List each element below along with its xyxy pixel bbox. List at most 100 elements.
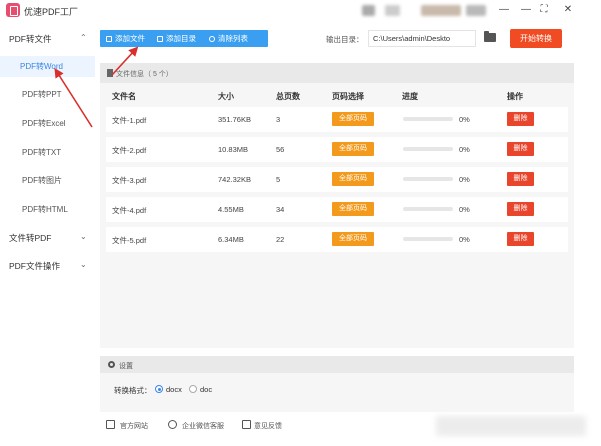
file-size: 4.55MB <box>218 205 244 214</box>
file-size: 742.32KB <box>218 175 251 184</box>
start-convert-button[interactable]: 开始转换 <box>510 29 562 48</box>
progress-bar <box>403 207 453 211</box>
format-label: 转换格式： <box>114 386 152 395</box>
progress-text: 0% <box>459 175 470 184</box>
file-name: 文件-2.pdf <box>112 146 147 155</box>
wechat-icon <box>168 420 177 429</box>
page-select-button[interactable]: 全部页码 <box>332 172 374 186</box>
nav-group-label: 文件转PDF <box>9 233 52 243</box>
file-count-label: 文件信息（ 5 个） <box>116 71 173 78</box>
sidebar-item-pdf-to-image[interactable]: PDF转图片 <box>22 175 62 186</box>
clear-list-button[interactable]: 清除列表 <box>209 30 248 47</box>
file-size: 6.34MB <box>218 235 244 244</box>
file-list-header: 文件信息（ 5 个） <box>100 63 574 83</box>
website-icon <box>106 420 115 429</box>
delete-button[interactable]: 删除 <box>507 142 534 156</box>
output-dir-input[interactable]: C:\Users\admin\Deskto <box>368 30 476 47</box>
folder-icon <box>157 36 163 42</box>
table-row[interactable]: 文件-2.pdf 10.83MB 56 全部页码 0% 删除 <box>106 137 568 162</box>
watermark <box>436 416 586 436</box>
settings-header: 设置 <box>100 356 574 373</box>
sidebar: PDF转文件 ⌃ PDF转Word PDF转PPT PDF转Excel PDF转… <box>0 22 95 446</box>
page-select-button[interactable]: 全部页码 <box>332 112 374 126</box>
title-bar: 优速PDF工厂 — — ⛶ ✕ <box>0 0 601 22</box>
column-header-action: 操作 <box>507 92 523 101</box>
nav-group-pdf-to-file[interactable]: PDF转文件 ⌃ <box>9 33 87 45</box>
output-dir-label: 输出目录： <box>326 35 364 44</box>
document-icon <box>107 69 113 77</box>
clear-icon <box>209 36 215 42</box>
sidebar-item-pdf-to-word[interactable]: PDF转Word <box>0 56 95 77</box>
add-directory-label: 添加目录 <box>166 34 196 43</box>
table-row[interactable]: 文件-4.pdf 4.55MB 34 全部页码 0% 删除 <box>106 197 568 222</box>
radio-doc-label[interactable]: doc <box>200 385 212 394</box>
blurred-account-area <box>362 5 375 16</box>
gear-icon <box>108 361 115 368</box>
feedback-icon <box>242 420 251 429</box>
add-directory-button[interactable]: 添加目录 <box>157 30 196 47</box>
table-row[interactable]: 文件-5.pdf 6.34MB 22 全部页码 0% 删除 <box>106 227 568 252</box>
wechat-support-link[interactable]: 企业微信客服 <box>182 421 224 431</box>
maximize-icon[interactable]: ⛶ <box>536 3 552 17</box>
chevron-down-icon: ⌄ <box>80 260 87 269</box>
delete-button[interactable]: 删除 <box>507 232 534 246</box>
progress-bar <box>403 177 453 181</box>
radio-docx-label[interactable]: docx <box>166 385 182 394</box>
sidebar-item-pdf-to-excel[interactable]: PDF转Excel <box>22 118 66 129</box>
column-header-progress: 进度 <box>402 92 418 101</box>
column-header-pages: 总页数 <box>276 92 300 101</box>
add-file-button[interactable]: 添加文件 <box>106 30 145 47</box>
settings-title: 设置 <box>119 363 133 370</box>
chevron-up-icon: ⌃ <box>80 33 87 42</box>
progress-bar <box>403 237 453 241</box>
menu-minimize-icon[interactable]: — <box>496 3 512 17</box>
clear-list-label: 清除列表 <box>218 34 248 43</box>
nav-group-file-to-pdf[interactable]: 文件转PDF ⌄ <box>9 232 87 244</box>
progress-text: 0% <box>459 205 470 214</box>
file-name: 文件-1.pdf <box>112 116 147 125</box>
sidebar-item-pdf-to-html[interactable]: PDF转HTML <box>22 204 68 215</box>
minimize-icon[interactable]: — <box>518 3 534 17</box>
file-name: 文件-4.pdf <box>112 206 147 215</box>
blurred-account-area <box>421 5 461 16</box>
browse-folder-icon[interactable] <box>484 31 496 42</box>
nav-group-pdf-operations[interactable]: PDF文件操作 ⌄ <box>9 260 87 272</box>
progress-bar <box>403 147 453 151</box>
radio-doc[interactable] <box>189 385 197 393</box>
file-name: 文件-3.pdf <box>112 176 147 185</box>
feedback-link[interactable]: 意见反馈 <box>254 421 282 431</box>
toolbar-button-group: 添加文件 添加目录 清除列表 <box>100 30 268 47</box>
chevron-down-icon: ⌄ <box>80 232 87 241</box>
page-count: 3 <box>276 115 281 124</box>
sidebar-item-pdf-to-ppt[interactable]: PDF转PPT <box>22 89 62 100</box>
progress-bar <box>403 117 453 121</box>
column-header-page-select: 页码选择 <box>332 92 364 101</box>
add-file-label: 添加文件 <box>115 34 145 43</box>
file-plus-icon <box>106 36 112 42</box>
delete-button[interactable]: 删除 <box>507 202 534 216</box>
close-icon[interactable]: ✕ <box>560 3 576 17</box>
column-header-size: 大小 <box>218 92 234 101</box>
official-website-link[interactable]: 官方网站 <box>120 421 148 431</box>
settings-panel: 设置 转换格式： docx doc <box>100 356 574 412</box>
file-size: 10.83MB <box>218 145 249 154</box>
table-row[interactable]: 文件-1.pdf 351.76KB 3 全部页码 0% 删除 <box>106 107 568 132</box>
page-count: 22 <box>276 235 285 244</box>
blurred-account-area <box>385 5 400 16</box>
page-select-button[interactable]: 全部页码 <box>332 202 374 216</box>
sidebar-item-pdf-to-txt[interactable]: PDF转TXT <box>22 147 61 158</box>
page-select-button[interactable]: 全部页码 <box>332 142 374 156</box>
table-row[interactable]: 文件-3.pdf 742.32KB 5 全部页码 0% 删除 <box>106 167 568 192</box>
progress-text: 0% <box>459 235 470 244</box>
progress-text: 0% <box>459 115 470 124</box>
nav-group-label: PDF转文件 <box>9 34 52 44</box>
nav-group-label: PDF文件操作 <box>9 261 61 271</box>
radio-docx[interactable] <box>155 385 163 393</box>
page-select-button[interactable]: 全部页码 <box>332 232 374 246</box>
blurred-account-area <box>466 5 486 16</box>
delete-button[interactable]: 删除 <box>507 172 534 186</box>
progress-text: 0% <box>459 145 470 154</box>
delete-button[interactable]: 删除 <box>507 112 534 126</box>
file-list-panel: 文件信息（ 5 个） 文件名 大小 总页数 页码选择 进度 操作 文件-1.pd… <box>100 63 574 348</box>
app-title: 优速PDF工厂 <box>24 7 79 17</box>
